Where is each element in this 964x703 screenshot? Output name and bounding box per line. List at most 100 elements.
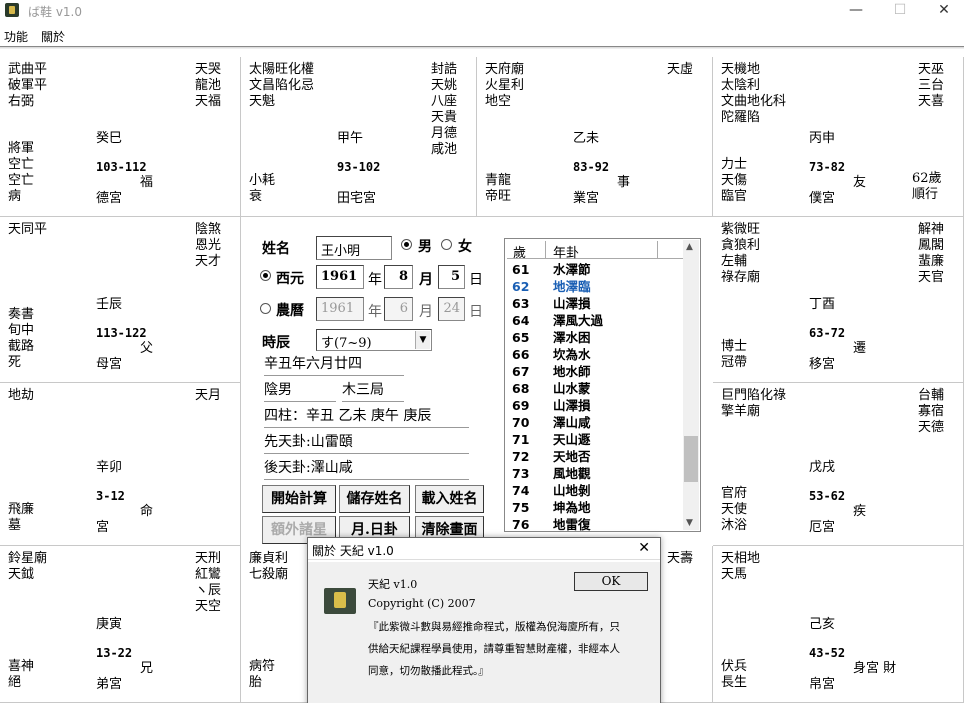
- chevron-down-icon[interactable]: ▼: [415, 331, 430, 349]
- western-radio[interactable]: [260, 270, 271, 281]
- palace-chen: 天同平 陰煞 恩光 天才 奏書 旬中 截路死 壬辰 113-122 父母宮: [0, 217, 241, 383]
- dialog-copyright: Copyright (C) 2007: [368, 597, 476, 610]
- list-item[interactable]: 69 山澤損: [507, 397, 683, 414]
- scroll-up-icon[interactable]: ▲: [686, 242, 693, 252]
- minimize-button[interactable]: —: [836, 0, 876, 22]
- minor-star: 天虛: [667, 62, 694, 77]
- major-star: 破軍平: [8, 78, 48, 93]
- name-input[interactable]: 王小明: [316, 236, 392, 260]
- hexagram-column-header[interactable]: 年卦: [553, 242, 579, 261]
- list-item[interactable]: 64 澤風大過: [507, 312, 683, 329]
- list-item[interactable]: 72 天地否: [507, 448, 683, 465]
- western-month-input[interactable]: 8: [384, 265, 413, 289]
- ok-button[interactable]: OK: [574, 572, 648, 591]
- list-item[interactable]: 67 地水師: [507, 363, 683, 380]
- age-cell: 74: [512, 483, 530, 498]
- major-star: 七殺廟: [249, 567, 289, 582]
- list-item[interactable]: 62 地澤臨: [507, 278, 683, 295]
- minor-star: 封誥: [431, 62, 458, 77]
- bottom-star: 喜神: [8, 659, 35, 674]
- age-cell: 76: [512, 517, 530, 532]
- yearly-hexagram-list[interactable]: 歲 年卦 61 水澤節 62 地澤臨 63 山澤損 64 澤風大過 65 澤水困 66 坎為水 67 地水…: [504, 238, 701, 532]
- major-star: 天府廟: [485, 62, 525, 77]
- list-item[interactable]: 65 澤水困: [507, 329, 683, 346]
- window-title: ば鞋 v1.0: [28, 5, 83, 19]
- list-item[interactable]: 71 天山遯: [507, 431, 683, 448]
- scroll-down-icon[interactable]: ▼: [686, 518, 693, 528]
- list-scrollbar[interactable]: ▲ ▼: [683, 240, 699, 530]
- female-radio[interactable]: [441, 239, 452, 250]
- age-range: 73-82: [809, 160, 846, 174]
- minor-star: 天才: [195, 254, 222, 269]
- bottom-star: 截路: [8, 339, 35, 354]
- age-cell: 61: [512, 262, 530, 277]
- calculate-button[interactable]: 開始計算: [262, 485, 336, 513]
- load-name-button[interactable]: 載入姓名: [415, 485, 484, 513]
- minor-stars: 天壽: [667, 551, 693, 567]
- bottom-star: 帝旺: [485, 189, 512, 204]
- male-radio[interactable]: [401, 239, 412, 250]
- list-item[interactable]: 63 山澤損: [507, 295, 683, 312]
- lunar-month-input[interactable]: 6: [384, 297, 413, 321]
- list-item[interactable]: 66 坎為水: [507, 346, 683, 363]
- save-name-button[interactable]: 儲存姓名: [339, 485, 410, 513]
- minor-star: 天空: [195, 599, 222, 614]
- major-stars: 紫微旺 貪狼利 左輔 祿存廟: [721, 222, 760, 286]
- age-range: 63-72: [809, 326, 846, 340]
- minor-star: 蜚廉: [918, 254, 945, 269]
- minor-stars: 天刑 紅鸞 ヽ辰 天空: [195, 551, 221, 615]
- year-unit: 年: [368, 272, 382, 288]
- major-star: 武曲平: [8, 62, 48, 77]
- major-star: 太陽旺化權: [249, 62, 315, 77]
- dialog-description-3: 同意，切勿散播此程式。』: [368, 665, 489, 677]
- minor-star: 三台: [918, 78, 945, 93]
- palace-name: 移宮: [809, 357, 836, 372]
- lunar-year-input[interactable]: 1961: [316, 297, 364, 321]
- scroll-thumb[interactable]: [684, 436, 698, 482]
- bottom-star: 病符: [249, 659, 276, 674]
- western-year-input[interactable]: 1961: [316, 265, 364, 289]
- stem-branch: 癸巳: [96, 131, 123, 146]
- stem-branch: 庚寅: [96, 617, 123, 632]
- palace-name-top: 事: [617, 175, 631, 190]
- stem-branch: 丙申: [809, 131, 836, 146]
- palace-xu: 巨門陷化祿 擎羊廟 台輔 寡宿 天德 官府 天使 沐浴 戊戌 53-62 疾厄宮: [713, 383, 964, 546]
- age-range: 103-112: [96, 160, 147, 174]
- list-item[interactable]: 76 地雷復: [507, 516, 683, 533]
- list-item[interactable]: 61 水澤節: [507, 261, 683, 278]
- hexagram-cell: 澤山咸: [553, 415, 591, 430]
- bottom-star: 冠帶: [721, 355, 748, 370]
- list-item[interactable]: 74 山地剝: [507, 482, 683, 499]
- minor-stars: 天哭 龍池 天福: [195, 62, 221, 110]
- age-column-header[interactable]: 歲: [513, 242, 526, 261]
- palace-name: 厄宮: [809, 520, 836, 535]
- major-stars: 武曲平 破軍平 右弼: [8, 62, 47, 110]
- minor-star: 寡宿: [918, 404, 945, 419]
- list-item[interactable]: 70 澤山咸: [507, 414, 683, 431]
- list-item[interactable]: 73 風地觀: [507, 465, 683, 482]
- western-day-input[interactable]: 5: [438, 265, 465, 289]
- list-item[interactable]: 68 山水蒙: [507, 380, 683, 397]
- bottom-stars: 將軍 空亡 空亡病: [8, 141, 34, 205]
- lunar-day-input[interactable]: 24: [438, 297, 465, 321]
- lunar-radio[interactable]: [260, 303, 271, 314]
- age-cell: 69: [512, 398, 530, 413]
- hour-select[interactable]: す(7~9) ▼: [316, 329, 432, 351]
- minor-star: 天姚: [431, 78, 458, 93]
- maximize-button[interactable]: ☐: [880, 0, 920, 22]
- list-item[interactable]: 75 坤為地: [507, 499, 683, 516]
- dialog-close-icon[interactable]: ✕: [638, 540, 650, 556]
- bottom-star: 死: [8, 355, 22, 370]
- dialog-body: 天紀 v1.0 Copyright (C) 2007 OK 『此紫微斗數與易經推…: [308, 562, 660, 703]
- minor-star: 天貴: [431, 110, 458, 125]
- close-button[interactable]: ✕: [924, 0, 964, 22]
- hour-select-value: す(7~9): [321, 336, 372, 351]
- bottom-stars: 小耗衰: [249, 173, 275, 205]
- menu-function[interactable]: 功能: [4, 28, 28, 45]
- menu-divider: [0, 46, 964, 49]
- hexagram-cell: 坎為水: [553, 347, 591, 362]
- bottom-star: 絕: [8, 675, 22, 690]
- menu-about[interactable]: 關於: [41, 28, 65, 45]
- stem-branch: 丁酉: [809, 297, 836, 312]
- major-star: 文曲地化科: [721, 94, 787, 109]
